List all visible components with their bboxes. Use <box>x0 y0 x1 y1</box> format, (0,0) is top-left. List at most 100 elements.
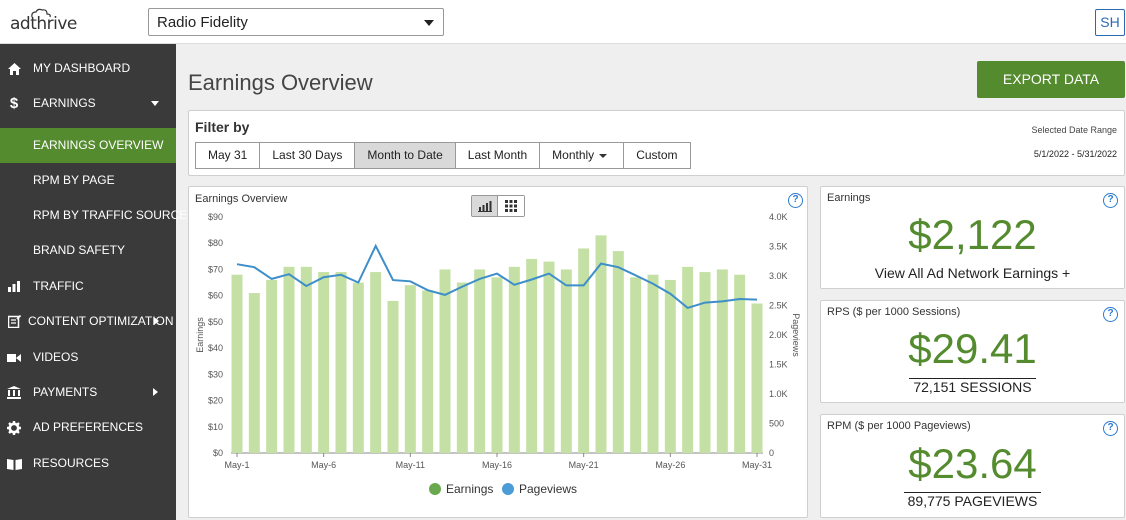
stat-title: RPS ($ per 1000 Sessions) <box>827 306 961 318</box>
earnings-bar <box>647 274 659 453</box>
sidebar-item-label: RESOURCES <box>33 456 110 470</box>
filter-button-month-to-date[interactable]: Month to Date <box>354 142 456 169</box>
chart-title: Earnings Overview <box>195 193 288 205</box>
earnings-bar <box>387 300 399 453</box>
earnings-bar <box>231 274 243 453</box>
sidebar-item-label: EARNINGS OVERVIEW <box>33 138 164 152</box>
sidebar-item-content-optimization[interactable]: CONTENT OPTIMIZATION <box>0 304 176 339</box>
y2-tick-label: 1.0K <box>769 389 788 399</box>
sidebar-item-label: BRAND SAFETY <box>33 243 126 257</box>
earnings-bar <box>491 277 503 453</box>
pageviews-count: 89,775 PAGEVIEWS <box>821 492 1124 509</box>
user-avatar[interactable]: SH <box>1095 9 1125 36</box>
sidebar-item-label: RPM BY PAGE <box>33 173 115 187</box>
video-camera-icon <box>6 340 22 375</box>
gear-icon <box>6 410 22 445</box>
sessions-count-text: 72,151 SESSIONS <box>909 378 1036 395</box>
earnings-bar <box>248 293 260 453</box>
earnings-bar <box>699 272 711 453</box>
filter-button-last-month[interactable]: Last Month <box>454 142 541 169</box>
earnings-chart: $0 $10 $20 $30 $40 $50 $60 $70 $80 $90 0 500 1.0K 1.5… <box>195 212 801 496</box>
sidebar-item-earnings-overview[interactable]: EARNINGS OVERVIEW <box>0 128 176 163</box>
y-tick-label: $30 <box>208 369 223 379</box>
earnings-bar <box>370 272 382 453</box>
earnings-bar <box>682 266 694 453</box>
filter-panel: Filter by May 31 Last 30 Days Month to D… <box>188 110 1125 176</box>
y-tick-label: $80 <box>208 238 223 248</box>
help-icon[interactable]: ? <box>1103 193 1118 208</box>
sidebar: MY DASHBOARD $ EARNINGS EARNINGS OVERVIE… <box>0 44 187 520</box>
sidebar-item-label: AD PREFERENCES <box>33 420 144 434</box>
help-icon[interactable]: ? <box>1103 421 1118 436</box>
y-tick-label: $90 <box>208 212 223 222</box>
earnings-bar <box>664 279 676 453</box>
sidebar-item-resources[interactable]: RESOURCES <box>0 446 176 481</box>
earnings-bar <box>560 269 572 453</box>
earnings-bar <box>318 272 330 453</box>
site-select[interactable]: Radio Fidelity <box>148 8 444 36</box>
content-edit-icon <box>6 304 22 339</box>
earnings-bar <box>508 266 520 453</box>
earnings-bar <box>612 251 624 453</box>
help-icon[interactable]: ? <box>788 193 803 208</box>
x-tick-label: May-6 <box>311 460 336 470</box>
x-tick-label: May-1 <box>224 460 249 470</box>
earnings-bar <box>456 282 468 453</box>
filter-button-custom[interactable]: Custom <box>623 142 691 169</box>
export-data-button[interactable]: EXPORT DATA <box>977 61 1125 98</box>
chart-view-button[interactable] <box>472 196 498 216</box>
sidebar-item-ad-preferences[interactable]: AD PREFERENCES <box>0 410 176 445</box>
bar-chart-icon <box>477 200 492 212</box>
y2-tick-label: 3.0K <box>769 271 788 281</box>
grid-icon <box>505 200 517 212</box>
chevron-down-icon <box>151 101 159 106</box>
sidebar-item-traffic[interactable]: TRAFFIC <box>0 269 176 304</box>
earnings-stat-panel: Earnings ? $2,122 View All Ad Network Ea… <box>820 186 1125 289</box>
earnings-bar <box>751 303 763 453</box>
table-view-button[interactable] <box>498 196 524 216</box>
sidebar-item-rpm-by-traffic-source[interactable]: RPM BY TRAFFIC SOURCE <box>0 198 187 233</box>
y-axis-label: Earnings <box>195 317 205 353</box>
y2-tick-label: 500 <box>769 419 784 429</box>
sidebar-item-earnings[interactable]: $ EARNINGS <box>0 86 176 121</box>
earnings-bar <box>266 279 278 453</box>
home-icon <box>6 51 22 86</box>
filter-button-may-31[interactable]: May 31 <box>195 142 261 169</box>
bar-chart-icon <box>6 269 22 304</box>
earnings-chart-panel: $0 $10 $20 $30 $40 $50 $60 $70 $80 $90 0 500 1.0K 1.5… <box>188 186 808 518</box>
chevron-down-icon <box>599 153 608 158</box>
legend-earnings-label: Earnings <box>446 482 493 496</box>
earnings-bar <box>283 266 295 453</box>
view-all-earnings-link[interactable]: View All Ad Network Earnings + <box>821 265 1124 281</box>
y2-tick-label: 2.0K <box>769 330 788 340</box>
logo-cloud-icon <box>31 8 51 18</box>
y-tick-label: $50 <box>208 317 223 327</box>
filter-button-monthly-label: Monthly <box>552 148 595 162</box>
sidebar-item-label: CONTENT OPTIMIZATION <box>28 314 174 328</box>
sidebar-item-videos[interactable]: VIDEOS <box>0 340 176 375</box>
legend-pageviews-label: Pageviews <box>519 482 577 496</box>
sidebar-item-my-dashboard[interactable]: MY DASHBOARD <box>0 51 176 86</box>
sidebar-item-label: TRAFFIC <box>33 279 84 293</box>
x-tick-label: May-16 <box>482 460 512 470</box>
earnings-bar <box>439 269 451 453</box>
sidebar-item-rpm-by-page[interactable]: RPM BY PAGE <box>0 163 176 198</box>
sidebar-item-brand-safety[interactable]: BRAND SAFETY <box>0 233 176 268</box>
sidebar-item-payments[interactable]: PAYMENTS <box>0 375 176 410</box>
sidebar-item-label: VIDEOS <box>33 350 79 364</box>
filter-button-last-30-days[interactable]: Last 30 Days <box>259 142 356 169</box>
filter-button-monthly[interactable]: Monthly <box>539 142 625 169</box>
help-icon[interactable]: ? <box>1103 307 1118 322</box>
earnings-bar <box>352 282 364 453</box>
y-tick-label: $40 <box>208 343 223 353</box>
adthrive-logo[interactable]: adthrive <box>10 8 100 36</box>
earnings-value: $2,122 <box>908 211 1037 258</box>
page-title: Earnings Overview <box>188 70 373 95</box>
x-tick-label: May-21 <box>569 460 599 470</box>
x-tick-label: May-26 <box>655 460 685 470</box>
filter-title: Filter by <box>195 119 250 135</box>
earnings-bar <box>526 258 538 453</box>
sidebar-item-label: MY DASHBOARD <box>33 61 131 75</box>
chevron-right-icon <box>153 388 158 396</box>
earnings-bar <box>474 269 486 453</box>
